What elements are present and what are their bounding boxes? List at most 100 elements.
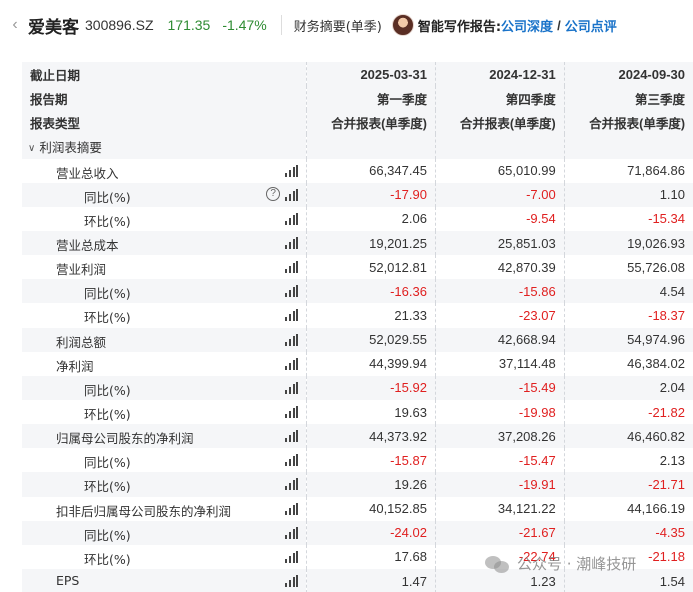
header-cell: 第三季度 (563, 86, 693, 111)
value-cell: -7.00 (434, 182, 565, 207)
row-label: 利润总额 (56, 334, 107, 350)
value-cell: 52,029.55 (306, 327, 436, 352)
value-cell: 1.54 (563, 568, 693, 592)
row-label-cell: 环比(%) (22, 472, 307, 497)
header-label: 报告期 (22, 86, 307, 111)
value-cell: 1.47 (306, 568, 436, 592)
bar-chart-icon[interactable] (285, 454, 299, 467)
header-cell: 合并报表(单季度) (563, 110, 693, 135)
header-cell: 2024-12-31 (434, 62, 565, 87)
bar-chart-icon[interactable] (285, 550, 299, 563)
row-label-cell: 净利润 (22, 352, 307, 376)
bar-chart-icon[interactable] (285, 357, 299, 370)
link-separator: / (557, 17, 561, 33)
value-cell: 71,864.86 (563, 158, 693, 183)
section-row[interactable]: ∨ 利润表摘要 (22, 134, 693, 159)
price-change-percent: -1.47% (222, 17, 267, 33)
header-cell: 2024-09-30 (563, 62, 693, 87)
header-row: 截止日期 2025-03-31 2024-12-31 2024-09-30 (22, 62, 693, 87)
row-label: 营业利润 (56, 262, 107, 278)
row-label: 营业总成本 (56, 237, 119, 253)
row-label: 净利润 (56, 358, 94, 374)
bar-chart-icon[interactable] (285, 309, 299, 322)
ai-report-label: 智能写作报告: (417, 19, 502, 35)
table-row: 同比(%) -15.87 -15.47 2.13 (22, 448, 693, 473)
table-row: 净利润 44,399.94 37,114.48 46,384.02 (22, 351, 693, 376)
value-cell: 55,726.08 (563, 255, 693, 280)
row-label-cell: 归属母公司股东的净利润 (22, 424, 307, 449)
row-label-cell: 营业总收入 (22, 159, 307, 183)
header-cell: 第四季度 (434, 86, 565, 111)
link-company-review[interactable]: 公司点评 (565, 16, 617, 35)
bar-chart-icon[interactable] (285, 502, 299, 515)
row-label: 同比(%) (84, 527, 131, 543)
row-label: 同比(%) (84, 382, 131, 398)
row-label-cell: 同比(%) (22, 448, 307, 472)
bar-chart-icon[interactable] (285, 188, 299, 201)
chevron-left-icon[interactable]: ‹ (6, 16, 24, 34)
bar-chart-icon[interactable] (285, 164, 299, 177)
value-cell: -19.91 (434, 472, 565, 497)
header-label: 截止日期 (22, 62, 307, 87)
table-row: 环比(%) 21.33 -23.07 -18.37 (22, 303, 693, 328)
row-label: 同比(%) (84, 286, 131, 302)
value-cell: -9.54 (434, 206, 565, 231)
value-cell: 4.54 (563, 279, 693, 304)
link-company-deep[interactable]: 公司深度 (501, 16, 553, 35)
value-cell: -15.86 (434, 279, 565, 304)
bar-chart-icon[interactable] (285, 381, 299, 394)
row-label-cell: 环比(%) (22, 545, 307, 569)
header-cell: 合并报表(单季度) (306, 110, 436, 135)
value-cell: 44,166.19 (563, 496, 693, 521)
report-mode-selector[interactable]: 财务摘要(单季) (294, 16, 382, 35)
top-bar: ‹ 爱美客 300896.SZ 171.35 -1.47% 财务摘要(单季) 智… (0, 0, 693, 50)
bar-chart-icon[interactable] (285, 430, 299, 443)
value-cell: 42,870.39 (434, 255, 565, 280)
value-cell: 1.23 (434, 568, 565, 592)
bar-chart-icon[interactable] (285, 285, 299, 298)
value-cell: -15.34 (563, 206, 693, 231)
row-label: 同比(%) (84, 455, 131, 471)
question-circle-icon[interactable]: ? (266, 186, 281, 201)
row-label-cell: 环比(%) (22, 400, 307, 424)
value-cell: 34,121.22 (434, 496, 565, 521)
row-label: 同比(%) (84, 189, 131, 205)
bar-chart-icon[interactable] (285, 333, 299, 346)
section-spacer (563, 134, 693, 159)
table-row: EPS 1.47 1.23 1.54 (22, 568, 693, 592)
header-cell: 合并报表(单季度) (434, 110, 565, 135)
value-cell: -4.35 (563, 520, 693, 545)
table-row: 利润总额 52,029.55 42,668.94 54,974.96 (22, 327, 693, 352)
bar-chart-icon[interactable] (285, 212, 299, 225)
bar-chart-icon[interactable] (285, 574, 299, 587)
divider (280, 15, 282, 35)
table-row: 同比(%) -24.02 -21.67 -4.35 (22, 520, 693, 545)
row-label-cell: 利润总额 (22, 327, 307, 352)
value-cell: -17.90 (306, 182, 436, 207)
value-cell: 52,012.81 (306, 255, 436, 280)
value-cell: -23.07 (434, 303, 565, 328)
section-spacer (306, 134, 436, 159)
row-label: 扣非后归属母公司股东的净利润 (56, 503, 232, 519)
table-row: 扣非后归属母公司股东的净利润 40,152.85 34,121.22 44,166.1… (22, 496, 693, 521)
bar-chart-icon[interactable] (285, 526, 299, 539)
row-label-cell: 环比(%) (22, 207, 307, 231)
header-row: 报告期 第一季度 第四季度 第三季度 (22, 86, 693, 111)
bar-chart-icon[interactable] (285, 236, 299, 249)
value-cell: -21.71 (563, 472, 693, 497)
row-label: 环比(%) (84, 551, 131, 567)
value-cell: 44,373.92 (306, 424, 436, 449)
bar-chart-icon[interactable] (285, 405, 299, 418)
stock-ticker: 300896.SZ (85, 17, 154, 33)
row-label-cell: EPS (22, 568, 307, 592)
value-cell: -16.36 (306, 279, 436, 304)
section-toggle[interactable]: ∨ 利润表摘要 (22, 134, 307, 159)
row-label: 营业总收入 (56, 165, 119, 181)
table-row: 环比(%) 19.63 -19.98 -21.82 (22, 399, 693, 425)
section-label: 利润表摘要 (39, 139, 102, 155)
value-cell: -18.37 (563, 303, 693, 328)
row-label-cell: 营业总成本 (22, 230, 307, 256)
bar-chart-icon[interactable] (285, 261, 299, 274)
bar-chart-icon[interactable] (285, 478, 299, 491)
value-cell: 2.13 (563, 448, 693, 473)
